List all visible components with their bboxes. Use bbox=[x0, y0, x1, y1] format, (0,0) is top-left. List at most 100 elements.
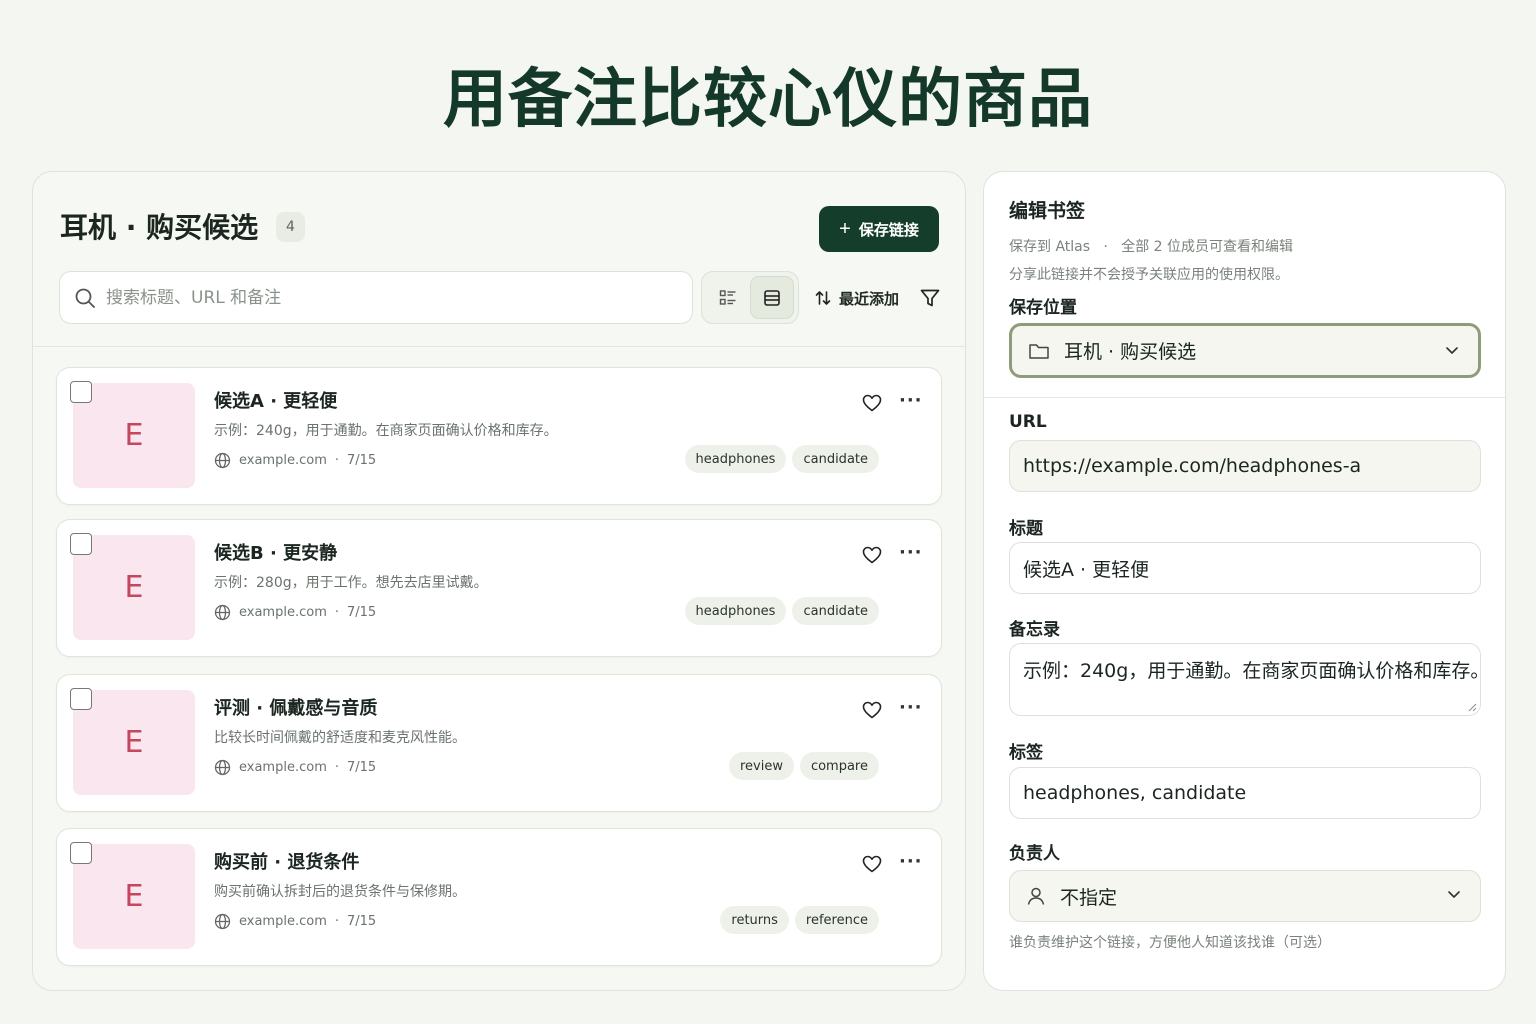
bookmark-title[interactable]: 候选A · 更轻便 bbox=[214, 387, 337, 413]
saved-to-text: 保存到 Atlas bbox=[1009, 239, 1091, 255]
search-icon bbox=[75, 288, 95, 308]
info-separator: · bbox=[1094, 239, 1117, 255]
view-compact-button[interactable] bbox=[706, 276, 750, 319]
tags-label: 标签 bbox=[1009, 743, 1043, 763]
tag-chip[interactable]: reference bbox=[794, 906, 879, 934]
select-checkbox[interactable] bbox=[70, 533, 92, 555]
bookmark-card[interactable]: E 评测 · 佩戴感与音质 比较长时间佩戴的舒适度和麦克风性能。 example… bbox=[56, 674, 942, 812]
bookmark-title[interactable]: 候选B · 更安静 bbox=[214, 539, 337, 565]
globe-icon bbox=[214, 604, 231, 621]
tag-chip[interactable]: headphones bbox=[684, 445, 787, 473]
memo-textarea[interactable]: 示例：240g，用于通勤。在商家页面确认价格和库存。 bbox=[1009, 643, 1481, 716]
tag-list: headphones candidate bbox=[684, 445, 879, 473]
owner-hint: 谁负责维护这个链接，方便他人知道该找谁（可选） bbox=[1009, 935, 1331, 951]
heart-icon[interactable] bbox=[861, 853, 883, 875]
bookmark-domain[interactable]: example.com bbox=[239, 453, 327, 468]
editor-title: 编辑书签 bbox=[1009, 200, 1086, 222]
more-options-icon[interactable]: ··· bbox=[899, 390, 922, 412]
heart-icon[interactable] bbox=[861, 699, 883, 721]
heart-icon[interactable] bbox=[861, 544, 883, 566]
sort-label: 最近添加 bbox=[839, 289, 900, 308]
bookmark-card[interactable]: E 购买前 · 退货条件 购买前确认拆封后的退货条件与保修期。 example.… bbox=[56, 828, 942, 966]
tags-input[interactable]: headphones, candidate bbox=[1009, 767, 1481, 819]
tag-chip[interactable]: returns bbox=[720, 906, 789, 934]
bookmark-card[interactable]: E 候选A · 更轻便 示例：240g，用于通勤。在商家页面确认价格和库存。 e… bbox=[56, 367, 942, 505]
resize-handle-icon[interactable] bbox=[1467, 702, 1477, 712]
bookmark-domain[interactable]: example.com bbox=[239, 914, 327, 929]
memo-value: 示例：240g，用于通勤。在商家页面确认价格和库存。 bbox=[1023, 660, 1481, 682]
sort-icon bbox=[815, 291, 831, 305]
bookmark-date: 7/15 bbox=[347, 914, 377, 929]
tag-chip[interactable]: review bbox=[728, 752, 794, 780]
memo-label: 备忘录 bbox=[1009, 620, 1060, 640]
edit-bookmark-panel: 编辑书签 保存到 Atlas · 全部 2 位成员可查看和编辑 分享此链接并不会… bbox=[983, 171, 1506, 991]
bookmark-date: 7/15 bbox=[347, 453, 377, 468]
filter-icon[interactable] bbox=[919, 287, 941, 309]
collection-title: 耳机 · 购买候选 bbox=[60, 211, 259, 244]
view-card-button[interactable] bbox=[750, 276, 794, 319]
url-label: URL bbox=[1009, 412, 1047, 432]
select-checkbox[interactable] bbox=[70, 688, 92, 710]
editor-saved-to: 保存到 Atlas · 全部 2 位成员可查看和编辑 bbox=[1009, 236, 1293, 256]
save-link-label: 保存链接 bbox=[858, 221, 919, 239]
title-label: 标题 bbox=[1009, 519, 1043, 539]
title-input[interactable]: 候选A · 更轻便 bbox=[1009, 542, 1481, 594]
tag-list: review compare bbox=[728, 752, 879, 780]
save-link-button[interactable]: + 保存链接 bbox=[819, 206, 939, 252]
globe-icon bbox=[214, 452, 231, 469]
heart-icon[interactable] bbox=[861, 392, 883, 414]
tag-chip[interactable]: headphones bbox=[684, 597, 787, 625]
search-input[interactable] bbox=[106, 287, 666, 308]
more-options-icon[interactable]: ··· bbox=[899, 851, 922, 873]
owner-value: 不指定 bbox=[1060, 886, 1118, 909]
bookmark-card[interactable]: E 候选B · 更安静 示例：280g，用于工作。想先去店里试戴。 exampl… bbox=[56, 519, 942, 657]
bookmark-meta: example.com · 7/15 bbox=[214, 452, 376, 469]
view-toggle bbox=[701, 271, 799, 324]
more-options-icon[interactable]: ··· bbox=[899, 697, 922, 719]
user-icon bbox=[1027, 887, 1045, 905]
bookmark-note: 示例：280g，用于工作。想先去店里试戴。 bbox=[214, 575, 488, 591]
page-title: 用备注比较心仪的商品 bbox=[443, 63, 1093, 137]
search-box bbox=[59, 271, 693, 324]
location-value: 耳机 · 购买候选 bbox=[1064, 341, 1197, 363]
share-note: 分享此链接并不会授予关联应用的使用权限。 bbox=[1009, 267, 1289, 283]
bookmark-date: 7/15 bbox=[347, 760, 377, 775]
bookmark-list-panel: 耳机 · 购买候选 4 + 保存链接 搜索标题、URL 和备注 最近添加 E 候… bbox=[32, 171, 966, 991]
tag-chip[interactable]: candidate bbox=[792, 445, 879, 473]
url-input[interactable]: https://example.com/headphones-a bbox=[1009, 440, 1481, 492]
bookmark-title[interactable]: 评测 · 佩戴感与音质 bbox=[214, 694, 377, 720]
bookmark-meta: example.com · 7/15 bbox=[214, 759, 376, 776]
sort-button[interactable]: 最近添加 bbox=[815, 285, 899, 311]
globe-icon bbox=[214, 913, 231, 930]
bookmark-meta: example.com · 7/15 bbox=[214, 604, 376, 621]
more-options-icon[interactable]: ··· bbox=[899, 542, 922, 564]
owner-label: 负责人 bbox=[1009, 844, 1060, 864]
members-note: 全部 2 位成员可查看和编辑 bbox=[1121, 239, 1294, 255]
plus-icon: + bbox=[839, 218, 851, 240]
bookmark-title[interactable]: 购买前 · 退货条件 bbox=[214, 848, 359, 874]
tag-list: returns reference bbox=[720, 906, 879, 934]
bookmark-note: 购买前确认拆封后的退货条件与保修期。 bbox=[214, 884, 466, 900]
chevron-down-icon bbox=[1446, 347, 1458, 354]
location-select[interactable]: 耳机 · 购买候选 bbox=[1009, 323, 1481, 378]
chevron-down-icon bbox=[1448, 891, 1460, 898]
meta-separator: · bbox=[334, 605, 339, 620]
globe-icon bbox=[214, 759, 231, 776]
select-checkbox[interactable] bbox=[70, 381, 92, 403]
bookmark-domain[interactable]: example.com bbox=[239, 605, 327, 620]
meta-separator: · bbox=[334, 914, 339, 929]
count-badge: 4 bbox=[276, 212, 305, 242]
bookmark-date: 7/15 bbox=[347, 605, 377, 620]
tag-chip[interactable]: candidate bbox=[792, 597, 879, 625]
select-checkbox[interactable] bbox=[70, 842, 92, 864]
list-header: 耳机 · 购买候选 4 + 保存链接 搜索标题、URL 和备注 最近添加 bbox=[33, 172, 965, 347]
meta-separator: · bbox=[334, 760, 339, 775]
bookmark-meta: example.com · 7/15 bbox=[214, 913, 376, 930]
bookmark-domain[interactable]: example.com bbox=[239, 760, 327, 775]
divider bbox=[984, 397, 1505, 398]
bookmark-note: 示例：240g，用于通勤。在商家页面确认价格和库存。 bbox=[214, 423, 558, 439]
tag-list: headphones candidate bbox=[684, 597, 879, 625]
folder-icon bbox=[1029, 343, 1049, 359]
owner-select[interactable]: 不指定 bbox=[1009, 870, 1481, 922]
tag-chip[interactable]: compare bbox=[799, 752, 879, 780]
